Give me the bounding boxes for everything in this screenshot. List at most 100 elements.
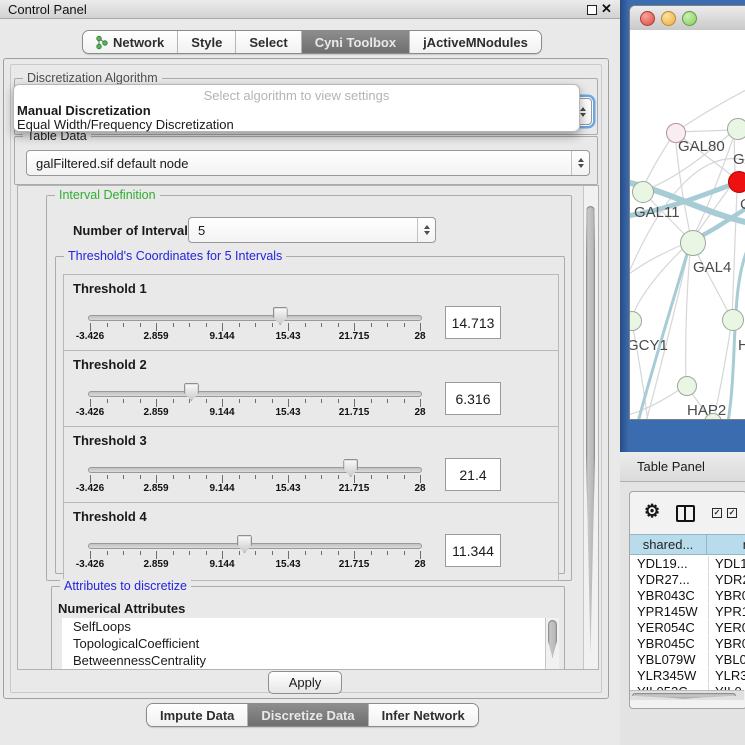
table-row[interactable]: YBL079WYBL0	[630, 651, 745, 667]
table-horizontal-scrollbar[interactable]	[630, 690, 744, 700]
slider-tick	[338, 551, 339, 555]
threshold-slider-track[interactable]	[88, 391, 422, 397]
threshold-value-field[interactable]: 14.713	[445, 306, 501, 339]
threshold-value-field[interactable]: 21.4	[445, 458, 501, 491]
table-data-combobox[interactable]: galFiltered.sif default node	[26, 150, 590, 176]
slider-tick	[206, 475, 207, 479]
network-node-gal4[interactable]	[680, 230, 706, 256]
table-cell: YBL0	[708, 652, 745, 667]
table-row[interactable]: YBR045CYBR0	[630, 635, 745, 651]
number-of-intervals-combobox[interactable]: 5	[188, 217, 436, 243]
slider-tick	[420, 551, 421, 559]
gear-icon[interactable]: ⚙	[644, 501, 660, 522]
slider-tick	[189, 399, 190, 403]
numerical-attributes-heading: Numerical Attributes	[58, 601, 185, 616]
minimize-traffic-light-icon[interactable]	[661, 11, 676, 26]
table-column-header-shared[interactable]: shared...	[630, 534, 707, 555]
float-window-icon[interactable]	[587, 5, 597, 15]
slider-tick-label: 2.859	[124, 407, 188, 418]
checkbox-icon[interactable]: ✓	[712, 508, 722, 518]
control-panel-title: Control Panel	[8, 2, 87, 17]
attributes-list-scrollbar[interactable]	[545, 618, 559, 670]
attributes-group: Attributes to discretize Numerical Attri…	[51, 586, 565, 670]
slider-tick-label: 28	[388, 483, 452, 494]
close-icon[interactable]: ✕	[601, 1, 612, 17]
slider-tick-label: 21.715	[322, 407, 386, 418]
attribute-item-betweennesscentrality[interactable]: BetweennessCentrality	[62, 652, 558, 669]
table-column-header-na[interactable]: na	[707, 534, 745, 555]
tab-style[interactable]: Style	[177, 31, 235, 53]
table-row[interactable]: YLR345WYLR3	[630, 667, 745, 683]
attributes-group-label: Attributes to discretize	[60, 579, 191, 593]
table-row[interactable]: YIL052CYIL0	[630, 683, 745, 690]
threshold-slider-track[interactable]	[88, 315, 422, 321]
settings-scrollbar[interactable]	[583, 186, 598, 669]
algorithm-option-manual-discretization[interactable]: Manual Discretization	[17, 103, 151, 118]
table-cell: YBR045C	[630, 636, 708, 651]
threshold-value-field[interactable]: 11.344	[445, 534, 501, 567]
table-toolbar: ⚙ ✓ ✓	[630, 492, 745, 534]
table-row[interactable]: YDL19...YDL1	[630, 555, 745, 571]
slider-tick	[156, 475, 157, 483]
tab-jactivemnodules[interactable]: jActiveMNodules	[409, 31, 541, 53]
network-node-c[interactable]	[728, 171, 745, 193]
tab-impute-data[interactable]: Impute Data	[147, 704, 247, 726]
table-cell: YDL19...	[630, 556, 708, 571]
columns-icon[interactable]	[676, 505, 695, 522]
slider-tick	[387, 323, 388, 327]
slider-tick	[239, 323, 240, 327]
tab-select[interactable]: Select	[235, 31, 300, 53]
settings-scrollpane: Interval Definition Number of Intervals …	[17, 185, 599, 670]
algorithm-placeholder: Select algorithm to view settings	[14, 88, 579, 103]
network-node-h[interactable]	[722, 309, 744, 331]
checkbox-icon[interactable]: ✓	[727, 508, 737, 518]
apply-button-label: Apply	[289, 675, 322, 690]
tab-cyni-toolbox[interactable]: Cyni Toolbox	[301, 31, 409, 53]
network-node-ga[interactable]	[727, 118, 745, 140]
table-row[interactable]: YDR27...YDR2	[630, 571, 745, 587]
slider-tick	[404, 323, 405, 327]
threshold-slider-thumb[interactable]	[343, 459, 358, 477]
network-window-titlebar	[630, 6, 745, 31]
slider-tick	[123, 551, 124, 555]
threshold-slider-track[interactable]	[88, 543, 422, 549]
table-row[interactable]: YER054CYER0	[630, 619, 745, 635]
algorithm-option-equal-width-frequency-discretization[interactable]: Equal Width/Frequency Discretization	[17, 117, 234, 132]
zoom-traffic-light-icon[interactable]	[682, 11, 697, 26]
slider-tick	[338, 323, 339, 327]
slider-tick	[140, 475, 141, 479]
table-row[interactable]: YPR145WYPR1	[630, 603, 745, 619]
slider-tick	[305, 551, 306, 555]
discretization-algorithm-label: Discretization Algorithm	[23, 71, 162, 85]
tab-infer-network[interactable]: Infer Network	[368, 704, 478, 726]
slider-tick	[371, 399, 372, 403]
threshold-slider-thumb[interactable]	[273, 307, 288, 325]
slider-tick-label: -3.426	[58, 407, 122, 418]
close-traffic-light-icon[interactable]	[640, 11, 655, 26]
slider-tick	[123, 399, 124, 403]
tab-discretize-data[interactable]: Discretize Data	[247, 704, 367, 726]
thresholds-group: Threshold's Coordinates for 5 Intervals …	[55, 256, 565, 574]
attribute-item-topologicalcoefficient[interactable]: TopologicalCoefficient	[62, 635, 558, 652]
slider-tick	[239, 399, 240, 403]
table-rows: YDL19...YDL1YDR27...YDR2YBR043CYBR0YPR14…	[630, 555, 745, 690]
tab-label: jActiveMNodules	[423, 32, 528, 53]
network-node-gal11[interactable]	[632, 181, 654, 203]
slider-tick-label: 9.144	[190, 559, 254, 570]
slider-tick	[123, 475, 124, 479]
threshold-row-1: Threshold 1-3.4262.8599.14415.4321.71528…	[63, 274, 559, 353]
threshold-slider-thumb[interactable]	[184, 383, 199, 401]
numerical-attributes-list[interactable]: SelfLoopsTopologicalCoefficientBetweenne…	[62, 618, 558, 670]
network-node-hap2[interactable]	[677, 376, 697, 396]
threshold-slider-track[interactable]	[88, 467, 422, 473]
network-canvas[interactable]: GAL80GACGAL11GAL4GCY1HHAP2	[630, 30, 745, 419]
table-row[interactable]: YBR043CYBR0	[630, 587, 745, 603]
threshold-value-field[interactable]: 6.316	[445, 382, 501, 415]
tab-network[interactable]: Network	[83, 31, 177, 53]
slider-tick	[140, 551, 141, 555]
slider-tick	[123, 323, 124, 327]
apply-button[interactable]: Apply	[268, 671, 342, 694]
slider-tick	[222, 323, 223, 331]
attribute-item-selfloops[interactable]: SelfLoops	[62, 618, 558, 635]
slider-tick	[321, 551, 322, 555]
